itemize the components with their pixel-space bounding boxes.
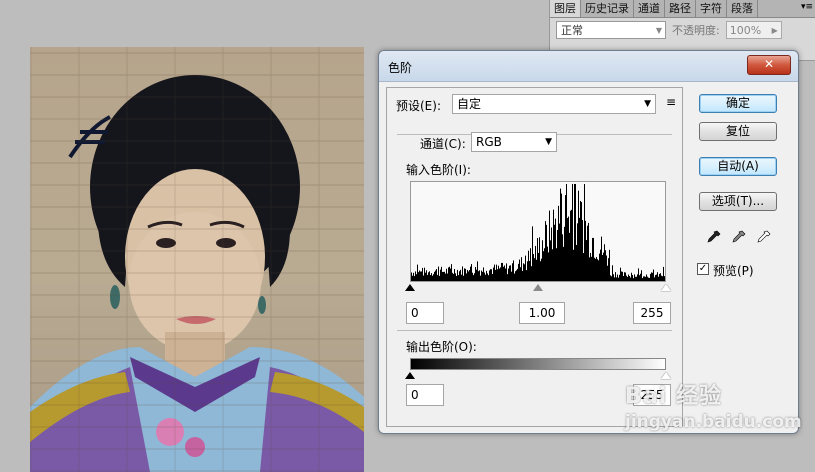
chevron-right-icon: ▶ [771,26,778,35]
watermark-url: jingyan.baidu.com [625,412,802,432]
opacity-field[interactable]: 100% ▶ [725,21,782,39]
preview-checkbox[interactable]: ✓ [697,263,709,275]
histogram [410,181,666,282]
reset-button[interactable]: 复位 [699,122,777,141]
levels-settings-area: 预设(E): 自定 ▼ ≡ 通道(C): RGB ▼ 输入色阶(I): 0 1.… [386,87,683,427]
blend-mode-select[interactable]: 正常 ▼ [556,21,666,39]
canvas-photo [30,47,364,472]
watermark-text: Bai 经验 [625,384,722,409]
panel-tabs: 图层 历史记录 通道 路径 字符 段落 ▾≡ [550,0,815,18]
channel-value: RGB [476,135,502,149]
gray-eyedropper-icon[interactable] [731,229,747,245]
preset-select[interactable]: 自定 ▼ [452,94,656,114]
preset-label: 预设(E): [396,99,441,113]
black-point-handle[interactable] [405,284,415,291]
ok-button[interactable]: 确定 [699,94,777,113]
histogram-bars [411,183,665,281]
panel-menu-icon[interactable]: ▾≡ [798,0,815,17]
close-button[interactable]: ✕ [747,55,791,75]
input-white-field[interactable]: 255 [633,302,671,324]
preview-label: 预览(P) [713,264,754,278]
gamma-handle[interactable] [533,284,543,291]
dialog-titlebar[interactable]: 色阶 ✕ [379,51,798,82]
tab-layers[interactable]: 图层 [550,0,581,17]
levels-dialog: 色阶 ✕ 预设(E): 自定 ▼ ≡ 通道(C): RGB ▼ 输入色阶(I):… [378,50,799,434]
output-black-handle[interactable] [405,372,415,379]
tab-history[interactable]: 历史记录 [581,0,634,17]
input-black-field[interactable]: 0 [406,302,444,324]
output-separator [397,330,672,331]
options-button[interactable]: 选项(T)... [699,192,777,211]
white-point-handle[interactable] [661,284,671,291]
chevron-down-icon: ▼ [655,26,662,35]
auto-button[interactable]: 自动(A) [699,157,777,176]
output-levels-label: 输出色阶(O): [406,340,477,354]
tab-channels[interactable]: 通道 [634,0,665,17]
tab-paragraph[interactable]: 段落 [727,0,758,17]
channel-label: 通道(C): [417,135,469,152]
channel-select[interactable]: RGB ▼ [471,132,557,152]
opacity-label: 不透明度: [672,24,720,37]
blend-mode-value: 正常 [561,24,583,37]
preset-value: 自定 [457,97,482,111]
tab-paths[interactable]: 路径 [665,0,696,17]
tab-character[interactable]: 字符 [696,0,727,17]
input-slider[interactable] [405,282,671,294]
opacity-value: 100% [729,24,762,37]
chevron-down-icon: ▼ [644,99,651,109]
output-black-field[interactable]: 0 [406,384,444,406]
chevron-down-icon: ▼ [545,137,552,147]
preset-options-icon[interactable]: ≡ [666,95,676,109]
input-gamma-field[interactable]: 1.00 [519,302,565,324]
black-eyedropper-icon[interactable] [706,229,722,245]
dialog-title: 色阶 [388,61,413,75]
white-eyedropper-icon[interactable] [756,229,772,245]
watermark: Bai 经验 jingyan.baidu.com [625,378,802,432]
output-gradient [410,358,666,370]
input-levels-label: 输入色阶(I): [406,163,471,177]
